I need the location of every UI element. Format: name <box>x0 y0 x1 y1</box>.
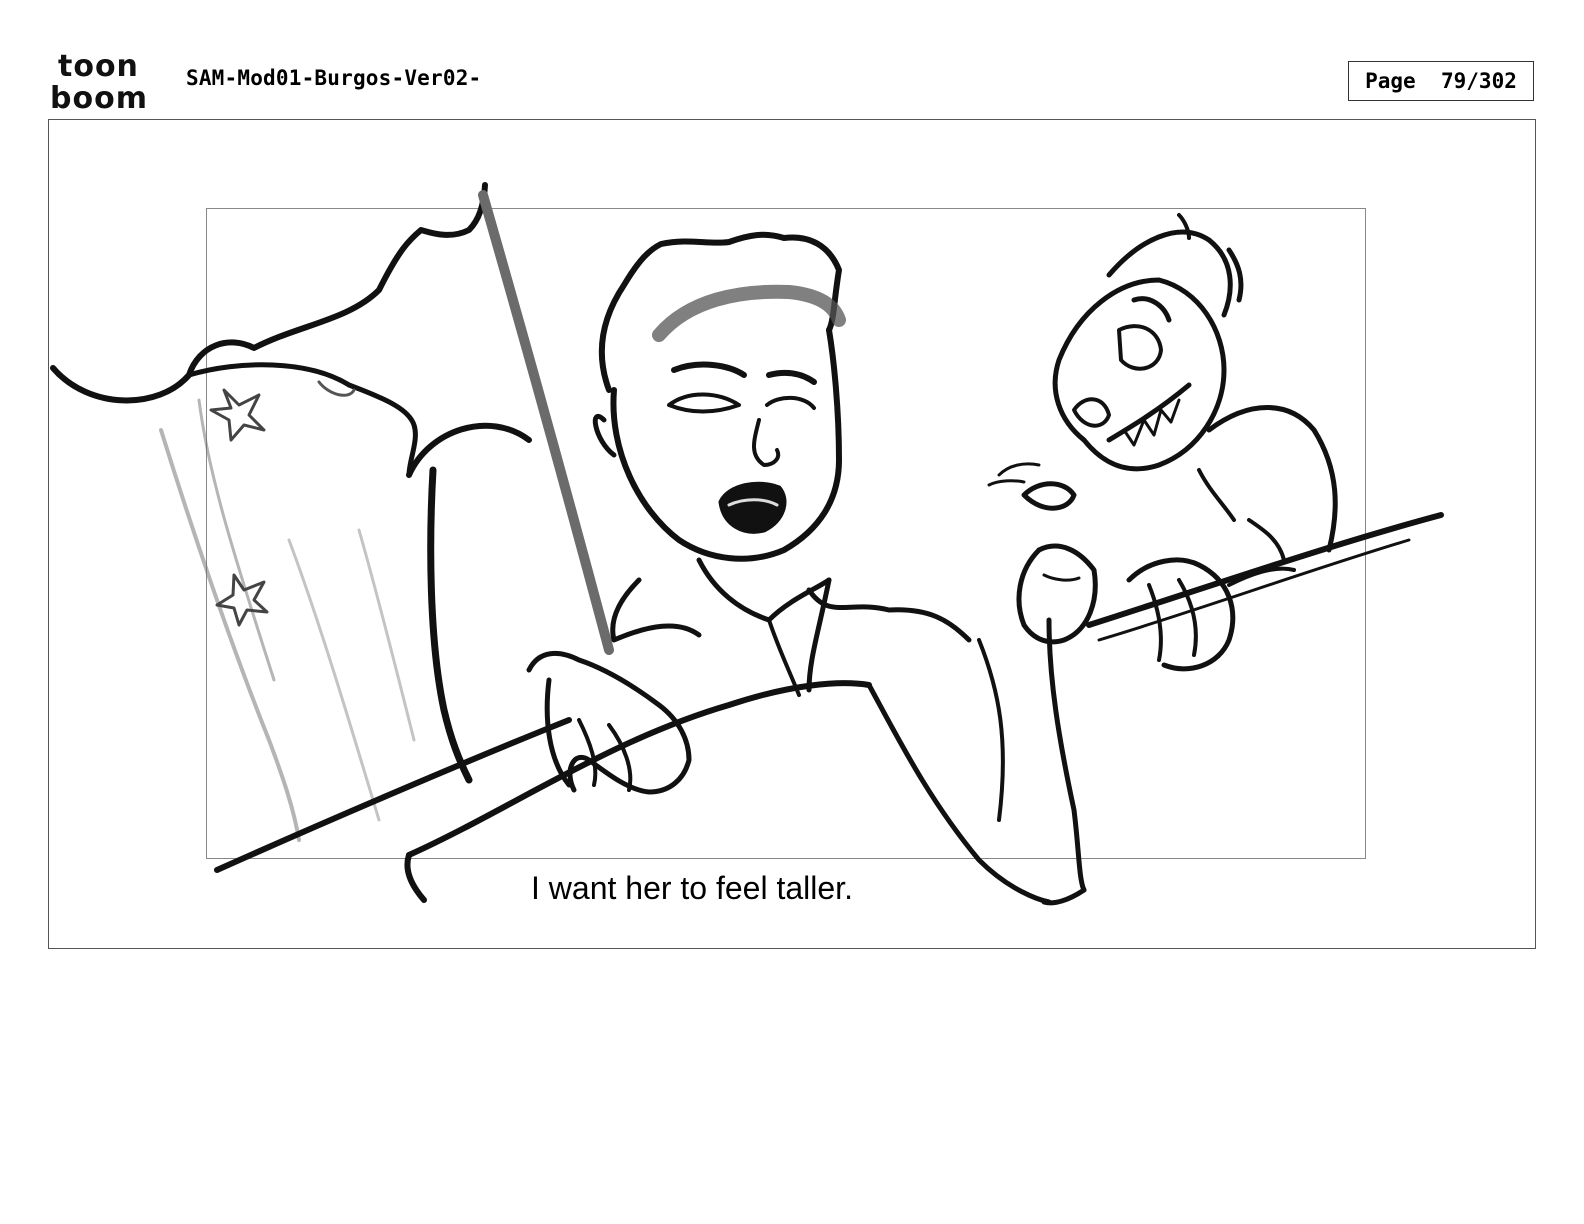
logo-text-bottom: boom <box>50 81 148 112</box>
document-title: SAM-Mod01-Burgos-Ver02- <box>186 66 482 90</box>
curtain-sketch <box>50 182 614 842</box>
page-indicator: Page 79/302 <box>1348 61 1534 101</box>
man-character-sketch <box>526 231 1098 906</box>
toon-boom-logo: toon boom <box>50 50 148 112</box>
page-label: Page <box>1365 69 1416 93</box>
panel-sketch <box>50 182 1444 906</box>
logo-text-top: toon <box>58 50 139 84</box>
storyboard-panel: I want her to feel taller. <box>48 119 1536 949</box>
dialogue-caption: I want her to feel taller. <box>531 870 853 906</box>
page-number: 79/302 <box>1441 69 1517 93</box>
